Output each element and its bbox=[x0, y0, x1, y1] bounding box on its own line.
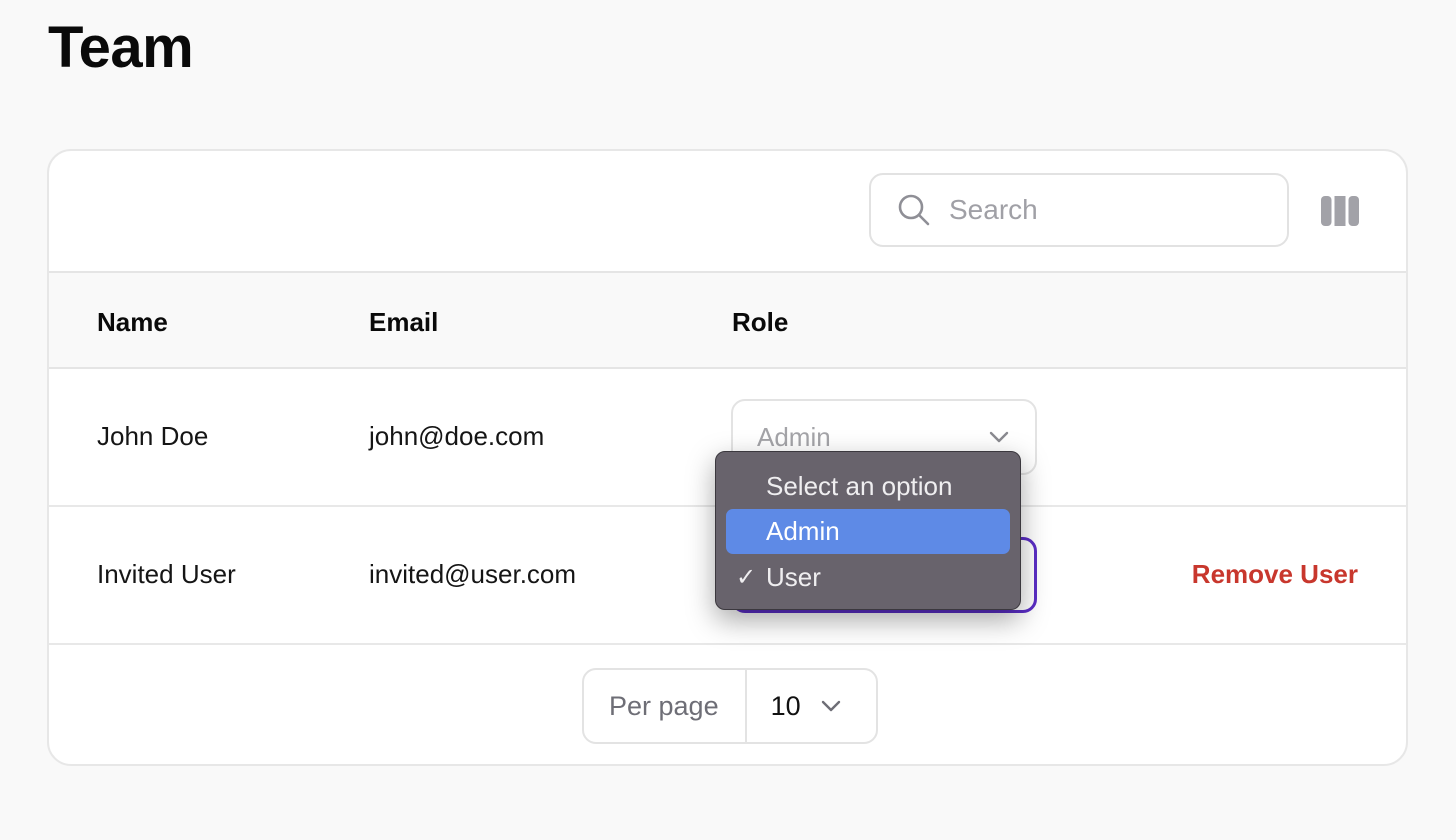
per-page-value[interactable]: 10 bbox=[771, 691, 801, 722]
role-dropdown-menu: Select an option Admin ✓ User bbox=[715, 451, 1021, 610]
search-field[interactable] bbox=[869, 173, 1289, 247]
chevron-down-icon bbox=[821, 700, 840, 712]
column-header-name[interactable]: Name bbox=[97, 307, 168, 338]
columns-toggle-button[interactable] bbox=[1321, 196, 1359, 231]
dropdown-option-highlighted[interactable]: Admin bbox=[726, 509, 1010, 554]
user-name: Invited User bbox=[97, 559, 236, 589]
option-label: User bbox=[766, 562, 821, 592]
checkmark-icon: ✓ bbox=[736, 564, 757, 591]
per-page-label: Per page bbox=[584, 670, 747, 742]
user-name: John Doe bbox=[97, 421, 209, 451]
columns-icon bbox=[1321, 196, 1359, 226]
dropdown-option-selected[interactable]: ✓ User bbox=[726, 555, 1010, 600]
dropdown-option[interactable]: Select an option bbox=[726, 464, 1010, 509]
chevron-down-icon bbox=[989, 431, 1009, 443]
user-email: invited@user.com bbox=[369, 559, 577, 589]
column-header-email[interactable]: Email bbox=[369, 307, 438, 338]
per-page-select[interactable]: Per page 10 bbox=[582, 668, 878, 744]
option-label: Select an option bbox=[766, 471, 953, 501]
user-email: john@doe.com bbox=[369, 421, 545, 451]
table-header: Name Email Role bbox=[49, 271, 1406, 369]
column-header-role[interactable]: Role bbox=[732, 307, 788, 338]
option-label: Admin bbox=[766, 516, 840, 546]
search-icon bbox=[898, 194, 930, 226]
role-select-value: Admin bbox=[757, 421, 831, 452]
remove-user-button[interactable]: Remove User bbox=[1192, 559, 1358, 590]
page-title: Team bbox=[48, 15, 194, 80]
search-input[interactable] bbox=[947, 193, 1271, 227]
